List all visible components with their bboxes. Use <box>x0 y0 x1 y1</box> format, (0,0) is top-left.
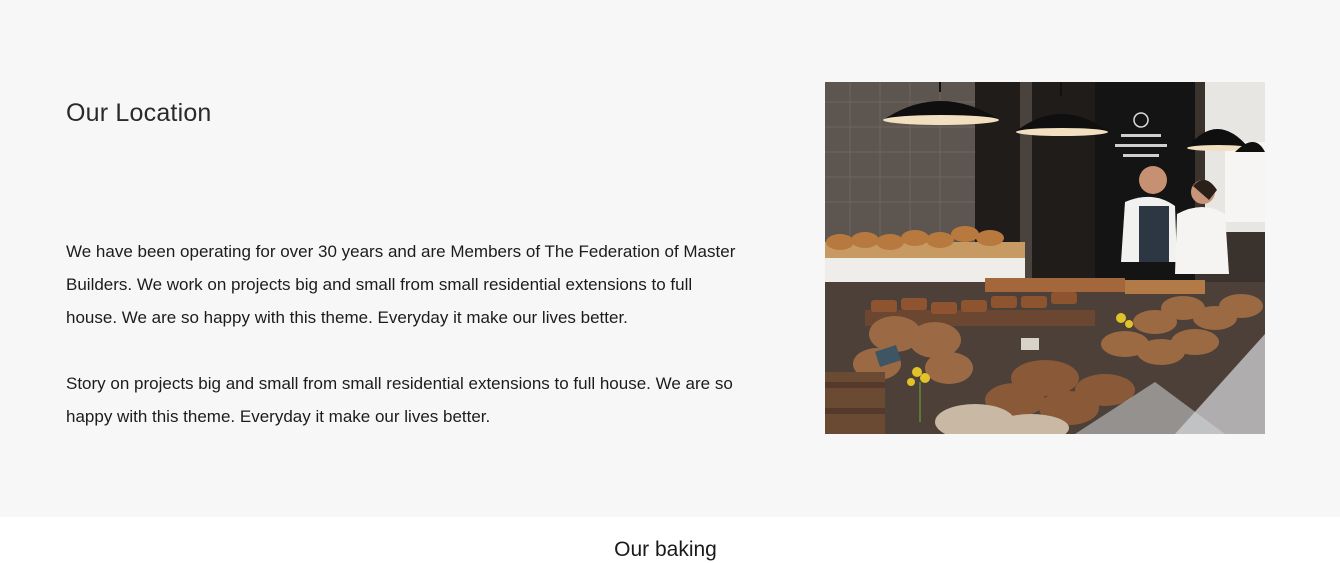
location-section: Our Location We have been operating for … <box>0 0 1340 517</box>
location-description: We have been operating for over 30 years… <box>66 242 736 327</box>
next-section: Our baking <box>0 517 1340 561</box>
location-story: Story on projects big and small from sma… <box>66 374 733 426</box>
section-title: Our Location <box>66 99 212 127</box>
bakery-photo <box>825 82 1265 434</box>
next-section-title: Our baking <box>614 538 717 561</box>
